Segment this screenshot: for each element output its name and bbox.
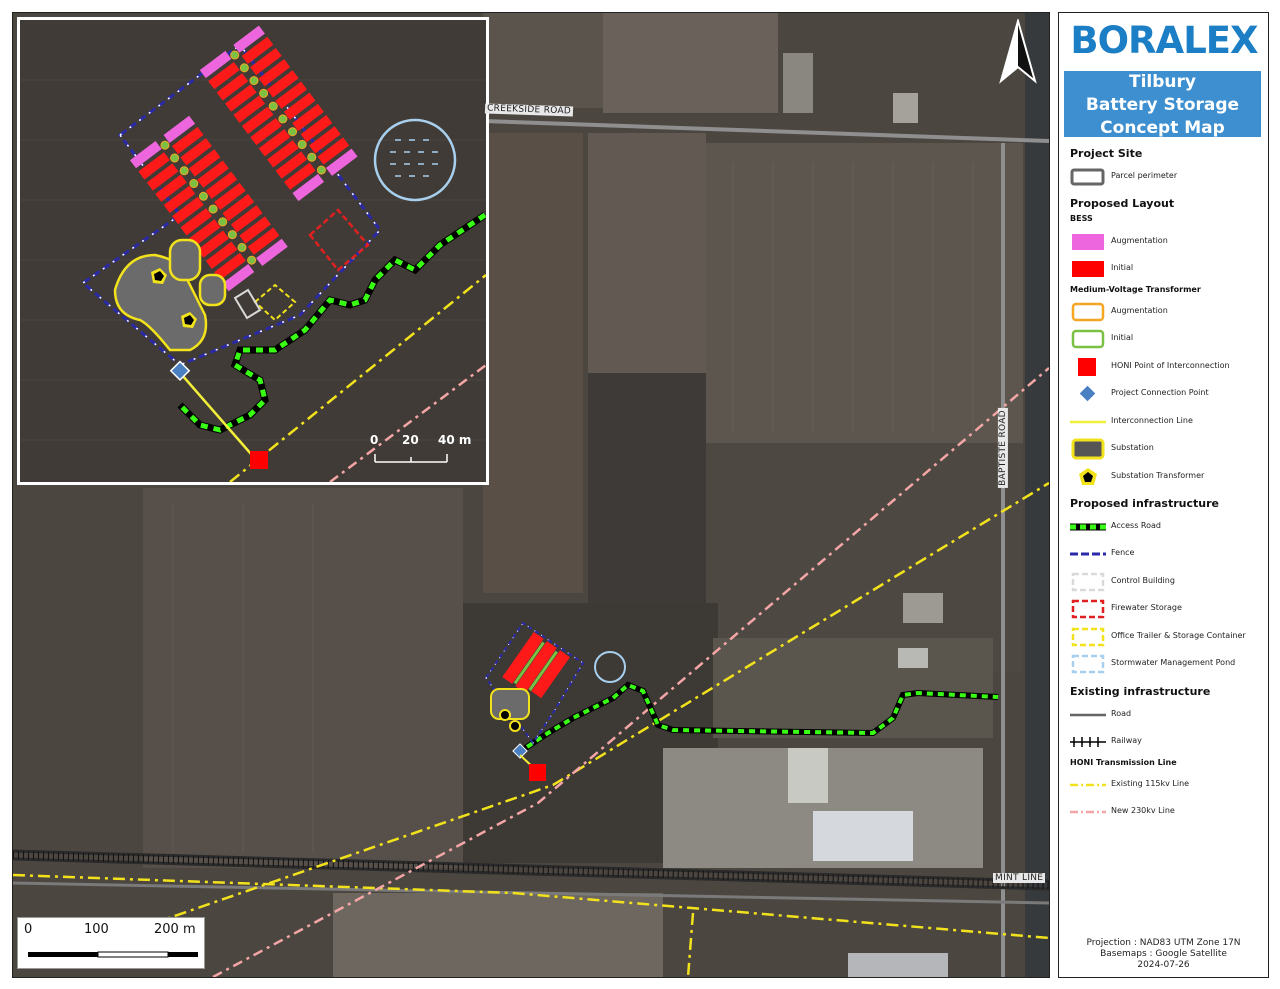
scale-bar: 0 100 200 m	[17, 917, 205, 969]
legend-existing-infrastructure-title: Existing infrastructure	[1070, 685, 1211, 698]
legend-label: Stormwater Management Pond	[1111, 658, 1236, 667]
legend-project-site-title: Project Site	[1070, 147, 1143, 160]
title-line-2: Battery Storage	[1085, 95, 1240, 115]
existing-115kv-symbol	[1070, 783, 1106, 787]
road-symbol	[1070, 713, 1106, 717]
legend-label: New 230kv Line	[1111, 806, 1175, 815]
legend-label: Project Connection Point	[1111, 388, 1209, 397]
inset-scale-label-40: 40 m	[438, 433, 472, 447]
legend-label: Parcel perimeter	[1111, 171, 1178, 180]
legend-bess-title: BESS	[1070, 214, 1093, 223]
interconnection-line-symbol	[1070, 420, 1106, 424]
title-line-1: Tilbury	[1129, 72, 1196, 92]
road-label-baptiste: BAPTISTE ROAD	[997, 408, 1008, 488]
north-arrow-icon	[999, 19, 1037, 84]
map-view[interactable]: 0 20 40 m CREEKSIDE ROAD BAPTISTE ROAD M…	[12, 12, 1050, 978]
legend-label: Firewater Storage	[1111, 603, 1182, 612]
legend-item-firewater-storage: Firewater Storage	[1070, 598, 1265, 620]
map-title: Tilbury Battery Storage Concept Map	[1064, 71, 1261, 138]
legend-label: Access Road	[1111, 521, 1162, 530]
legend-label: Road	[1111, 709, 1132, 718]
legend-label: Initial	[1111, 333, 1134, 342]
legend-item-interconnection-line: Interconnection Line	[1070, 411, 1265, 433]
legend-label: Augmentation	[1111, 236, 1168, 245]
parcel-perimeter-symbol	[1070, 168, 1105, 186]
legend-label: Fence	[1111, 548, 1135, 557]
inset-scale-label-20: 20	[402, 433, 419, 447]
substation-transformer-pentagon-icon	[1079, 468, 1097, 485]
legend-item-existing-115kv: Existing 115kv Line	[1070, 774, 1265, 796]
inset-map: 0 20 40 m	[17, 17, 489, 485]
legend-item-bess-initial: Initial	[1070, 258, 1265, 280]
control-building-symbol	[1071, 572, 1105, 592]
new-230kv-symbol	[1070, 810, 1106, 814]
mvt-augmentation-symbol	[1071, 302, 1105, 322]
legend-label: Control Building	[1111, 576, 1175, 585]
legend-proposed-infrastructure-title: Proposed infrastructure	[1070, 497, 1219, 510]
legend-label: Substation	[1111, 443, 1154, 452]
legend-item-connection-point: Project Connection Point	[1070, 383, 1265, 405]
inset-scale-label-0: 0	[370, 433, 379, 447]
legend-item-bess-augmentation: Augmentation	[1070, 231, 1265, 253]
legend-mvt-title: Medium-Voltage Transformer	[1070, 285, 1201, 294]
stormwater-pond-symbol	[1071, 654, 1105, 674]
fence-symbol	[1070, 552, 1106, 556]
legend-item-control-building: Control Building	[1070, 571, 1265, 593]
railway-symbol	[1070, 737, 1106, 747]
basemaps-text: Basemaps : Google Satellite	[1100, 949, 1227, 959]
legend-item-new-230kv: New 230kv Line	[1070, 801, 1265, 823]
office-trailer-symbol	[1071, 627, 1105, 647]
mvt-initial-symbol	[1071, 329, 1105, 349]
boralex-logo: BORALEX	[1070, 19, 1258, 62]
legend-item-mvt-initial: Initial	[1070, 328, 1265, 350]
legend-item-railway: Railway	[1070, 731, 1265, 753]
connection-point-diamond-icon	[1079, 385, 1096, 402]
legend-item-mvt-augmentation: Augmentation	[1070, 301, 1265, 323]
bess-augmentation-symbol	[1072, 234, 1104, 250]
access-road-symbol	[1070, 523, 1106, 531]
legend-item-substation: Substation	[1070, 438, 1265, 460]
bess-initial-symbol	[1072, 261, 1104, 277]
firewater-storage-symbol	[1071, 599, 1105, 619]
title-line-3: Concept Map	[1100, 118, 1225, 138]
legend-honi-title: HONI Transmission Line	[1070, 758, 1177, 767]
legend-label: Existing 115kv Line	[1111, 779, 1190, 788]
projection-text: Projection : NAD83 UTM Zone 17N	[1086, 938, 1241, 948]
legend-item-office-trailer: Office Trailer & Storage Container	[1070, 626, 1265, 648]
honi-poi-symbol	[1078, 358, 1096, 376]
road-label-mint: MINT LINE	[993, 873, 1046, 883]
honi-point-of-interconnection	[529, 764, 546, 781]
substation-symbol	[1071, 438, 1105, 460]
legend-label: Interconnection Line	[1111, 416, 1193, 425]
legend-label: Railway	[1111, 736, 1142, 745]
legend-item-fence: Fence	[1070, 543, 1265, 565]
legend-item-parcel-perimeter: Parcel perimeter	[1070, 166, 1265, 188]
legend-label: Augmentation	[1111, 306, 1168, 315]
legend-item-access-road: Access Road	[1070, 516, 1265, 538]
date-text: 2024-07-26	[1137, 960, 1190, 970]
legend-item-honi-poi: HONI Point of Interconnection	[1070, 356, 1265, 378]
legend-item-substation-transformer: Substation Transformer	[1070, 466, 1265, 488]
legend-proposed-layout-title: Proposed Layout	[1070, 197, 1175, 210]
legend-label: Substation Transformer	[1111, 471, 1205, 480]
legend-panel: BORALEX Tilbury Battery Storage Concept …	[1058, 12, 1269, 978]
legend-label: HONI Point of Interconnection	[1111, 361, 1230, 370]
legend-label: Office Trailer & Storage Container	[1111, 631, 1246, 640]
map-footer: Projection : NAD83 UTM Zone 17N Basemaps…	[1059, 938, 1268, 971]
legend-item-road: Road	[1070, 704, 1265, 726]
legend-label: Initial	[1111, 263, 1134, 272]
legend-item-stormwater-pond: Stormwater Management Pond	[1070, 653, 1265, 675]
